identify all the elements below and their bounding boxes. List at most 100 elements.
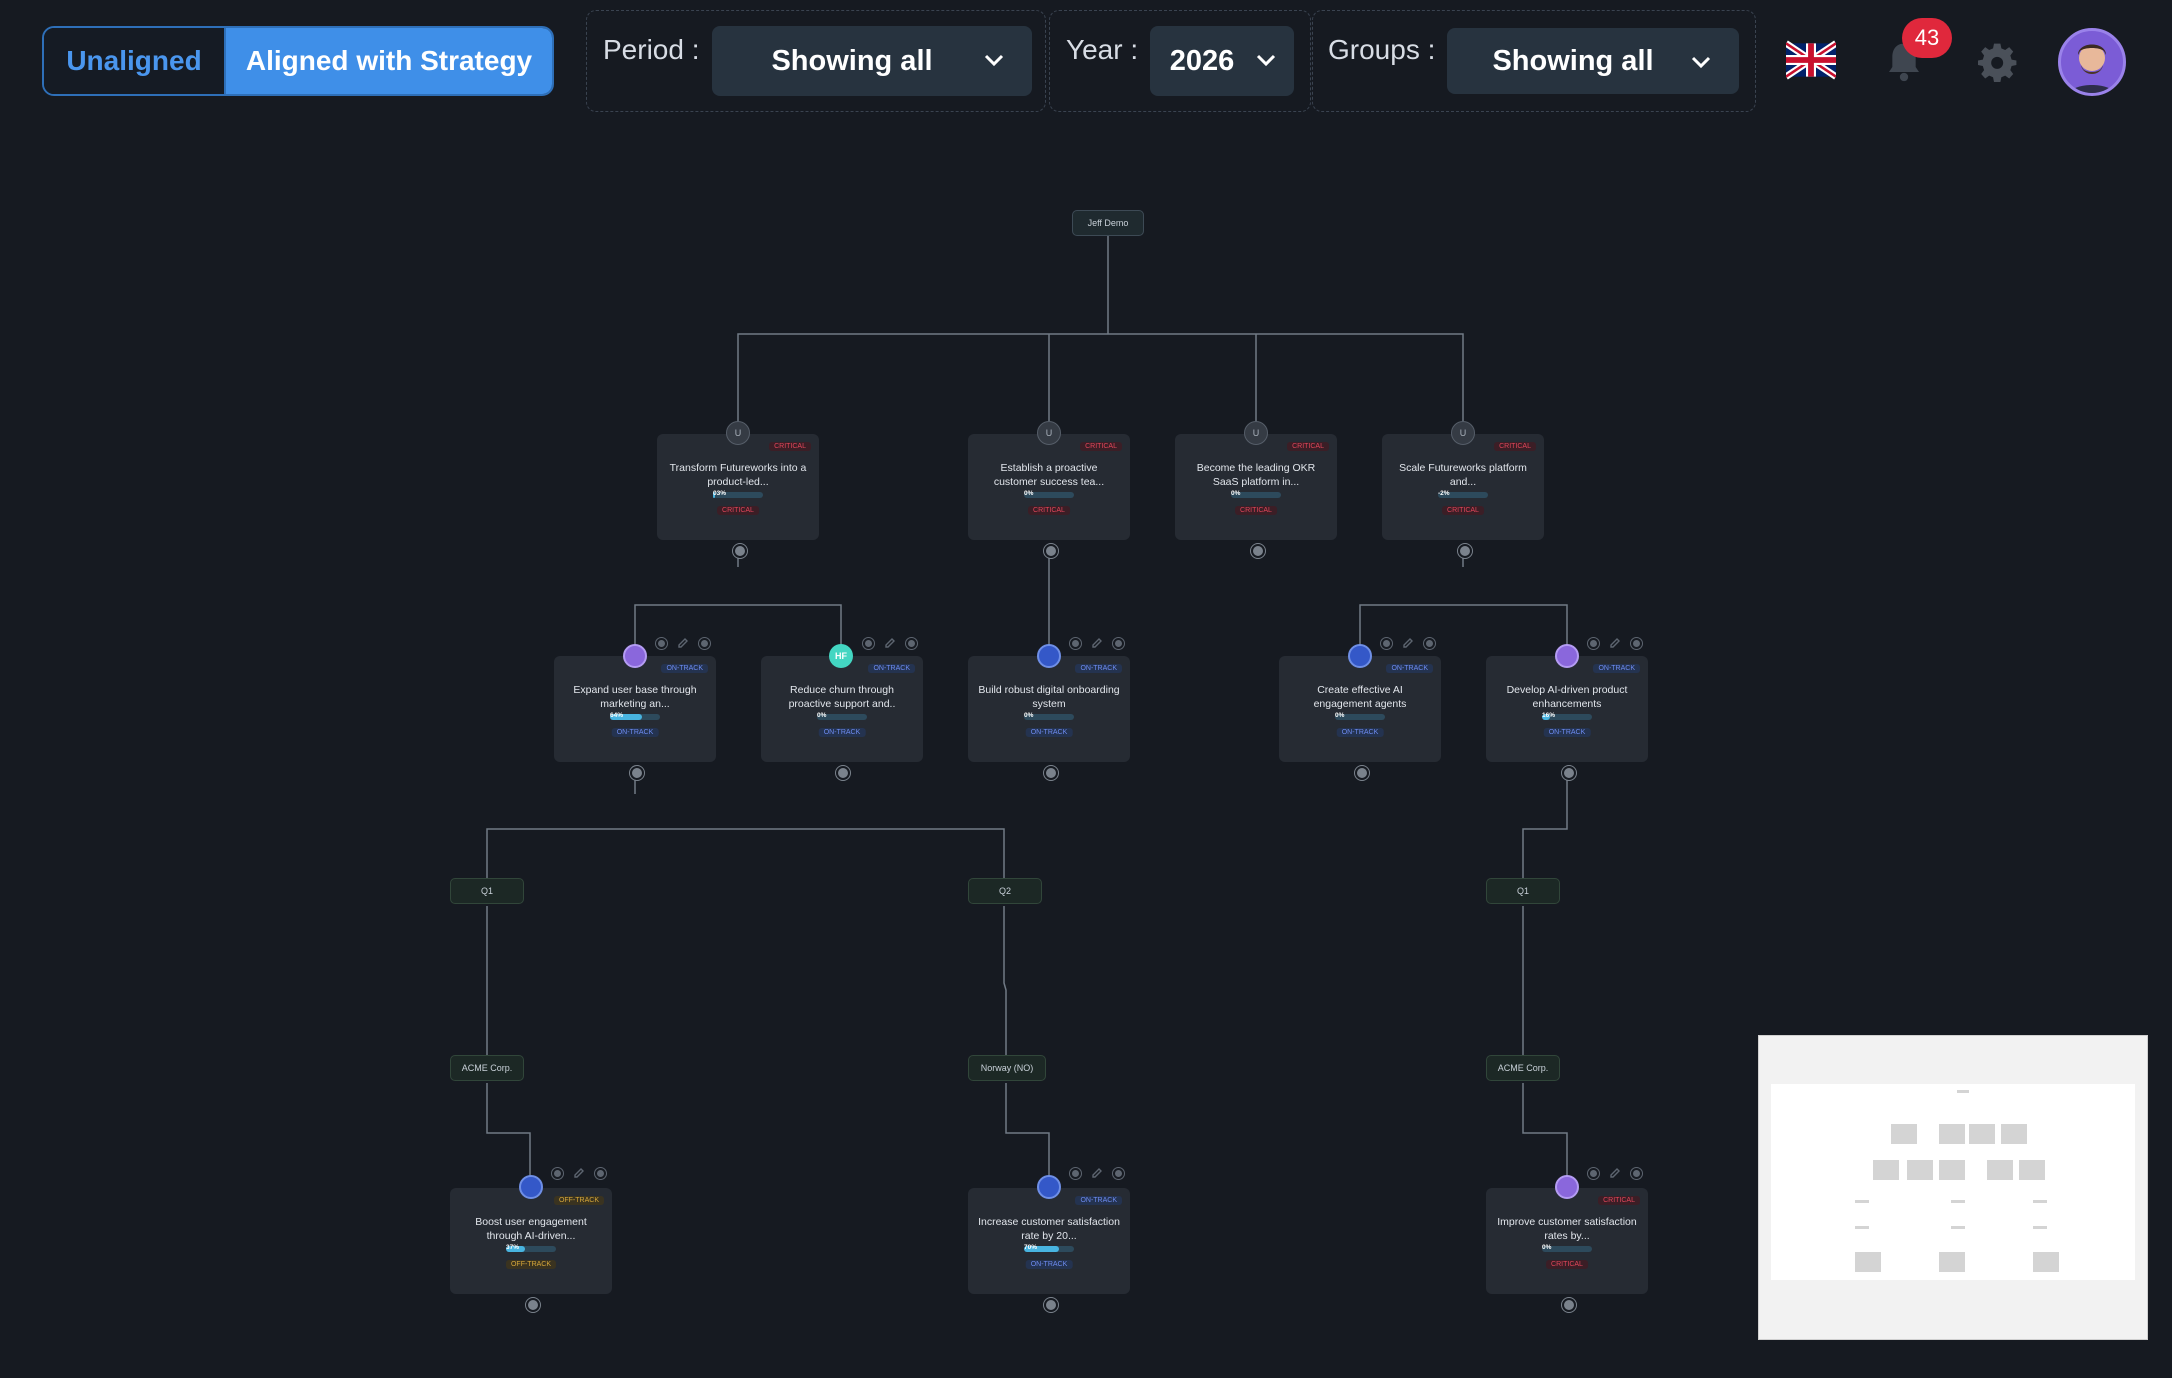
initiative-title: Improve customer satisfaction rates by..… <box>1497 1216 1637 1242</box>
view-icon[interactable] <box>1380 636 1393 650</box>
view-icon[interactable] <box>1587 1166 1600 1180</box>
expand-toggle[interactable] <box>629 765 645 781</box>
minimap-viewport[interactable] <box>1771 1084 2135 1280</box>
objective-card[interactable]: CRITICAL Scale Futureworks platform and.… <box>1382 434 1544 540</box>
minimap[interactable] <box>1758 1035 2148 1340</box>
owner-avatar[interactable]: U <box>1451 421 1475 445</box>
objective-card[interactable]: CRITICAL Become the leading OKR SaaS pla… <box>1175 434 1337 540</box>
period-tag[interactable]: Q1 <box>450 878 524 904</box>
delete-icon[interactable] <box>594 1166 607 1180</box>
delete-icon[interactable] <box>698 636 711 650</box>
view-icon[interactable] <box>1069 1166 1082 1180</box>
progress-label: 03% <box>713 490 727 497</box>
objective-title: Scale Futureworks platform and... <box>1399 462 1527 488</box>
group-tag[interactable]: ACME Corp. <box>1486 1055 1560 1081</box>
card-actions <box>862 636 918 650</box>
status-badge: ON-TRACK <box>1025 728 1073 737</box>
view-icon[interactable] <box>551 1166 564 1180</box>
owner-avatar[interactable] <box>1555 644 1579 668</box>
edit-icon[interactable] <box>1609 637 1621 649</box>
expand-toggle[interactable] <box>1250 543 1266 559</box>
edit-icon[interactable] <box>1091 637 1103 649</box>
edit-icon[interactable] <box>1091 1167 1103 1179</box>
expand-toggle[interactable] <box>525 1297 541 1313</box>
owner-avatar[interactable]: U <box>726 421 750 445</box>
group-tag[interactable]: ACME Corp. <box>450 1055 524 1081</box>
view-icon[interactable] <box>655 636 668 650</box>
edit-icon[interactable] <box>677 637 689 649</box>
delete-icon[interactable] <box>1112 1166 1125 1180</box>
objective-title: Become the leading OKR SaaS platform in.… <box>1196 462 1316 488</box>
key-result-title: Create effective AI engagement agents <box>1313 684 1407 710</box>
owner-avatar[interactable] <box>519 1175 543 1199</box>
root-node[interactable]: Jeff Demo <box>1072 210 1144 236</box>
progress-label: 0% <box>1231 490 1241 497</box>
key-result-card[interactable]: ON-TRACK Create effective AI engagement … <box>1279 656 1441 762</box>
owner-avatar[interactable] <box>1348 644 1372 668</box>
card-actions <box>551 1166 607 1180</box>
expand-toggle[interactable] <box>1354 765 1370 781</box>
status-badge: CRITICAL <box>1442 506 1484 515</box>
expand-toggle[interactable] <box>732 543 748 559</box>
initiative-card[interactable]: ON-TRACK Increase customer satisfaction … <box>968 1188 1130 1294</box>
initiative-title: Boost user engagement through AI-driven.… <box>475 1216 587 1242</box>
key-result-title: Expand user base through marketing an... <box>573 684 697 710</box>
key-result-card[interactable]: ON-TRACK Expand user base through market… <box>554 656 716 762</box>
card-actions <box>1380 636 1436 650</box>
view-icon[interactable] <box>862 636 875 650</box>
owner-avatar[interactable]: U <box>1244 421 1268 445</box>
view-icon[interactable] <box>1069 636 1082 650</box>
edit-icon[interactable] <box>884 637 896 649</box>
expand-toggle[interactable] <box>835 765 851 781</box>
status-badge: CRITICAL <box>1235 506 1277 515</box>
status-badge: ON-TRACK <box>1386 664 1433 673</box>
expand-toggle[interactable] <box>1043 765 1059 781</box>
expand-toggle[interactable] <box>1561 1297 1577 1313</box>
status-badge: OFF-TRACK <box>505 1260 557 1269</box>
progress-label: 16% <box>1542 712 1556 719</box>
edit-icon[interactable] <box>1402 637 1414 649</box>
status-badge: ON-TRACK <box>1075 664 1122 673</box>
owner-avatar[interactable] <box>623 644 647 668</box>
status-badge: CRITICAL <box>1494 442 1536 451</box>
card-actions <box>1587 636 1643 650</box>
status-badge: CRITICAL <box>769 442 811 451</box>
objective-card[interactable]: CRITICAL Establish a proactive customer … <box>968 434 1130 540</box>
key-result-card[interactable]: ON-TRACK Reduce churn through proactive … <box>761 656 923 762</box>
delete-icon[interactable] <box>1423 636 1436 650</box>
key-result-card[interactable]: ON-TRACK Build robust digital onboarding… <box>968 656 1130 762</box>
owner-avatar[interactable]: U <box>1037 421 1061 445</box>
view-icon[interactable] <box>1587 636 1600 650</box>
group-tag[interactable]: Norway (NO) <box>968 1055 1046 1081</box>
status-badge: ON-TRACK <box>868 664 915 673</box>
initiative-card[interactable]: CRITICAL Improve customer satisfaction r… <box>1486 1188 1648 1294</box>
delete-icon[interactable] <box>1630 1166 1643 1180</box>
status-badge: ON-TRACK <box>1075 1196 1122 1205</box>
key-result-card[interactable]: ON-TRACK Develop AI-driven product enhan… <box>1486 656 1648 762</box>
expand-toggle[interactable] <box>1043 543 1059 559</box>
status-badge: CRITICAL <box>1546 1260 1588 1269</box>
owner-avatar[interactable]: HF <box>829 644 853 668</box>
initiative-card[interactable]: OFF-TRACK Boost user engagement through … <box>450 1188 612 1294</box>
edit-icon[interactable] <box>1609 1167 1621 1179</box>
expand-toggle[interactable] <box>1561 765 1577 781</box>
edit-icon[interactable] <box>573 1167 585 1179</box>
expand-toggle[interactable] <box>1457 543 1473 559</box>
period-tag[interactable]: Q1 <box>1486 878 1560 904</box>
expand-toggle[interactable] <box>1043 1297 1059 1313</box>
status-badge: CRITICAL <box>1028 506 1070 515</box>
card-actions <box>1069 1166 1125 1180</box>
owner-avatar[interactable] <box>1555 1175 1579 1199</box>
key-result-title: Build robust digital onboarding system <box>978 684 1120 710</box>
owner-avatar[interactable] <box>1037 1175 1061 1199</box>
progress-label: 0% <box>1542 1244 1552 1251</box>
period-tag[interactable]: Q2 <box>968 878 1042 904</box>
objective-card[interactable]: CRITICAL Transform Futureworks into a pr… <box>657 434 819 540</box>
progress-label: 0% <box>1024 712 1034 719</box>
delete-icon[interactable] <box>1630 636 1643 650</box>
status-badge: CRITICAL <box>1287 442 1329 451</box>
owner-avatar[interactable] <box>1037 644 1061 668</box>
delete-icon[interactable] <box>905 636 918 650</box>
card-actions <box>1587 1166 1643 1180</box>
delete-icon[interactable] <box>1112 636 1125 650</box>
